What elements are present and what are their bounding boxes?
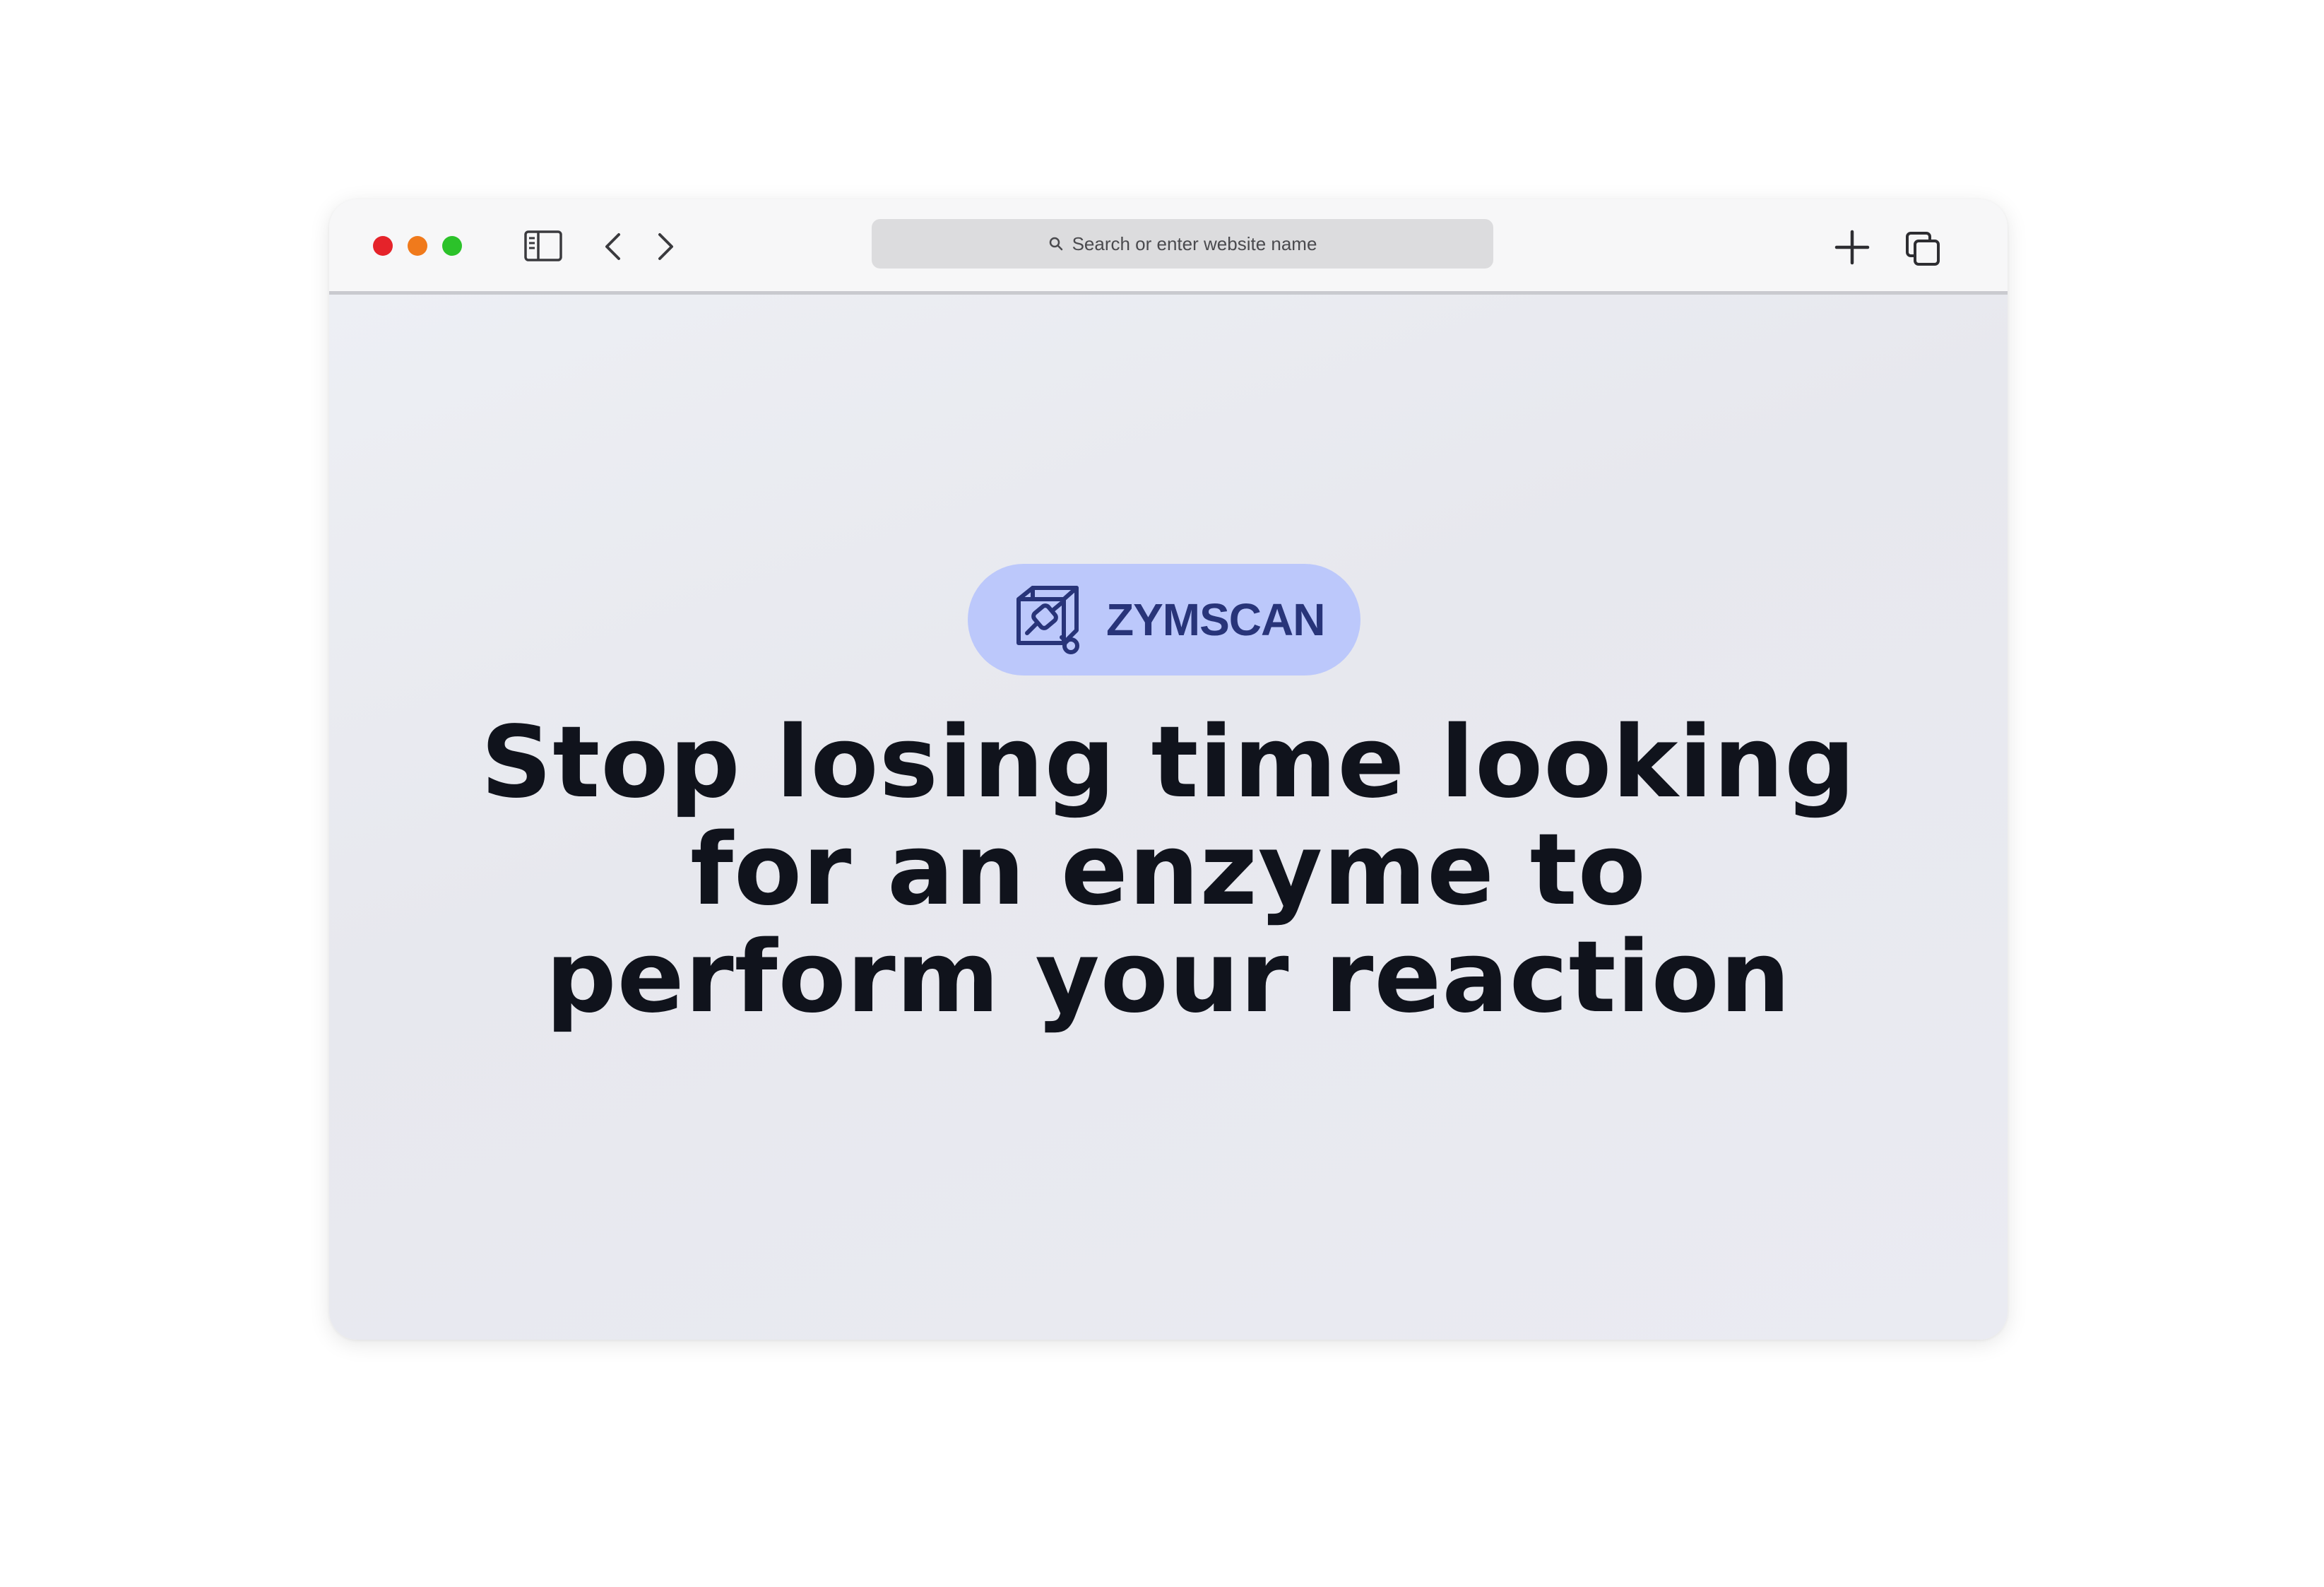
brand-name: ZYMSCAN: [1106, 594, 1325, 645]
maximize-window-button[interactable]: [442, 236, 462, 256]
search-icon: [1049, 237, 1062, 251]
close-window-button[interactable]: [373, 236, 393, 256]
address-placeholder: Search or enter website name: [1072, 232, 1317, 254]
tabs-overview-icon[interactable]: [1904, 230, 1941, 267]
browser-toolbar: Search or enter website name: [329, 199, 2008, 295]
sidebar-icon[interactable]: [524, 230, 562, 261]
back-icon[interactable]: [602, 232, 623, 261]
minimize-window-button[interactable]: [408, 236, 427, 256]
headline-line-3: perform your reaction: [545, 920, 1791, 1035]
address-bar[interactable]: Search or enter website name: [872, 219, 1493, 269]
new-tab-icon[interactable]: [1834, 229, 1871, 266]
zymscan-logo-icon: [1016, 586, 1079, 654]
headline-line-1: Stop losing time looking: [480, 705, 1856, 820]
brand-badge[interactable]: ZYMSCAN: [968, 564, 1360, 675]
forward-icon[interactable]: [656, 232, 677, 261]
browser-window: Search or enter website name ZYMSCAN Sto…: [329, 199, 2008, 1340]
hero-headline: Stop losing time looking for an enzyme t…: [329, 709, 2008, 1032]
headline-line-2: for an enzyme to: [690, 813, 1647, 928]
